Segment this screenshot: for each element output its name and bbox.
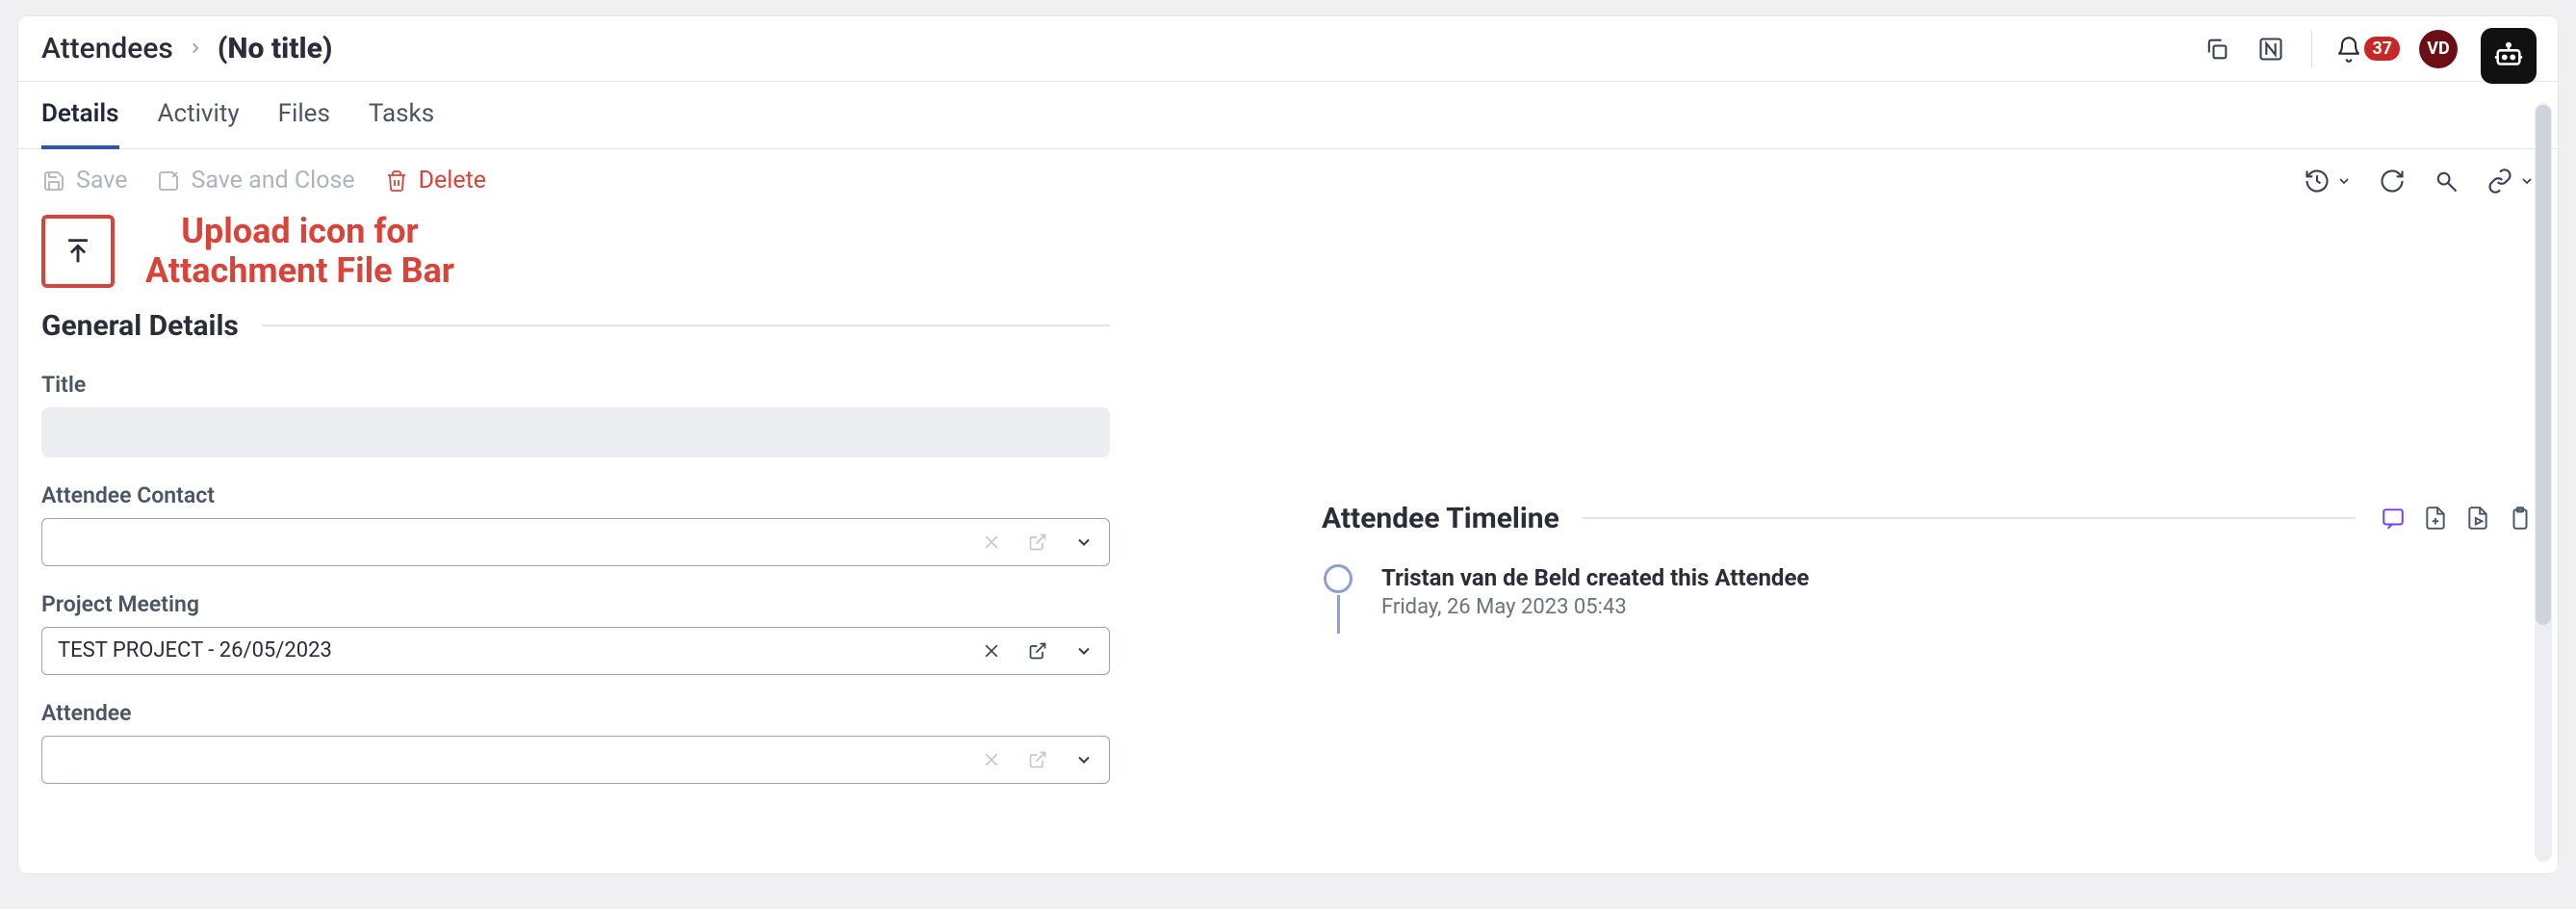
timeline-entry-title: Tristan van de Beld created this Attende… — [1381, 564, 1809, 591]
section-title-timeline: Attendee Timeline — [1322, 502, 1559, 535]
header-divider — [2311, 31, 2312, 67]
open-external-icon — [1026, 748, 1049, 771]
chevron-down-icon — [2519, 173, 2535, 189]
notification-count-badge: 37 — [2364, 37, 2400, 61]
tab-details[interactable]: Details — [41, 99, 119, 149]
title-input[interactable] — [41, 407, 1110, 457]
breadcrumb-current: (No title) — [218, 32, 333, 65]
chevron-right-icon — [187, 35, 204, 64]
clipboard-icon[interactable] — [2506, 504, 2535, 532]
attendee-contact-lookup[interactable] — [41, 518, 1110, 566]
tab-files[interactable]: Files — [278, 99, 330, 148]
label-attendee-contact: Attendee Contact — [41, 482, 1110, 508]
attendee-lookup[interactable] — [41, 736, 1110, 784]
section-title-general: General Details — [41, 309, 239, 343]
timeline-dot-icon — [1324, 564, 1352, 593]
link-dropdown[interactable] — [2486, 168, 2535, 195]
section-rule — [262, 325, 1110, 326]
filter-comments-icon[interactable] — [2379, 504, 2408, 532]
assistant-button[interactable] — [2481, 28, 2537, 84]
chevron-down-icon[interactable] — [1072, 748, 1095, 771]
play-file-icon[interactable] — [2463, 504, 2492, 532]
timeline-line — [1337, 595, 1340, 634]
delete-button[interactable]: Delete — [384, 167, 486, 195]
label-project-meeting: Project Meeting — [41, 591, 1110, 617]
save-and-close-button[interactable]: Save and Close — [156, 167, 354, 195]
project-meeting-value: TEST PROJECT - 26/05/2023 — [58, 638, 980, 662]
clear-icon — [980, 531, 1003, 554]
save-button[interactable]: Save — [41, 167, 127, 195]
delete-label: Delete — [419, 167, 486, 195]
chevron-down-icon[interactable] — [1072, 531, 1095, 554]
clear-icon[interactable] — [980, 639, 1003, 662]
notion-icon[interactable] — [2254, 32, 2288, 66]
save-icon — [41, 169, 66, 194]
add-note-icon[interactable] — [2421, 504, 2450, 532]
timeline-entry-date: Friday, 26 May 2023 05:43 — [1381, 595, 1809, 619]
refresh-button[interactable] — [2379, 168, 2406, 195]
label-attendee: Attendee — [41, 700, 1110, 726]
search-tool-button[interactable] — [2433, 168, 2460, 195]
tabs: Details Activity Files Tasks — [18, 82, 2558, 149]
upload-attachment-button[interactable] — [41, 215, 115, 288]
upload-caption: Upload icon for Attachment File Bar — [145, 212, 454, 292]
open-external-icon[interactable] — [1026, 639, 1049, 662]
notifications-button[interactable]: 37 — [2335, 36, 2400, 63]
upload-icon — [62, 235, 94, 268]
breadcrumb: Attendees (No title) — [41, 32, 332, 65]
save-label: Save — [76, 167, 127, 195]
save-close-label: Save and Close — [191, 167, 354, 195]
breadcrumb-parent[interactable]: Attendees — [41, 32, 173, 65]
clear-icon — [980, 748, 1003, 771]
trash-icon — [384, 169, 409, 194]
tab-activity[interactable]: Activity — [158, 99, 240, 148]
tab-tasks[interactable]: Tasks — [369, 99, 434, 148]
open-external-icon — [1026, 531, 1049, 554]
scrollbar[interactable] — [2535, 103, 2552, 862]
label-title: Title — [41, 372, 1110, 398]
chevron-down-icon[interactable] — [1072, 639, 1095, 662]
chevron-down-icon — [2336, 173, 2352, 189]
history-dropdown[interactable] — [2304, 168, 2352, 195]
project-meeting-lookup[interactable]: TEST PROJECT - 26/05/2023 — [41, 627, 1110, 675]
scrollbar-thumb[interactable] — [2536, 105, 2551, 625]
save-close-icon — [156, 169, 181, 194]
section-rule — [1583, 517, 2356, 519]
copy-icon[interactable] — [2200, 32, 2234, 66]
timeline-item: Tristan van de Beld created this Attende… — [1322, 564, 2535, 634]
avatar[interactable]: VD — [2419, 30, 2458, 68]
